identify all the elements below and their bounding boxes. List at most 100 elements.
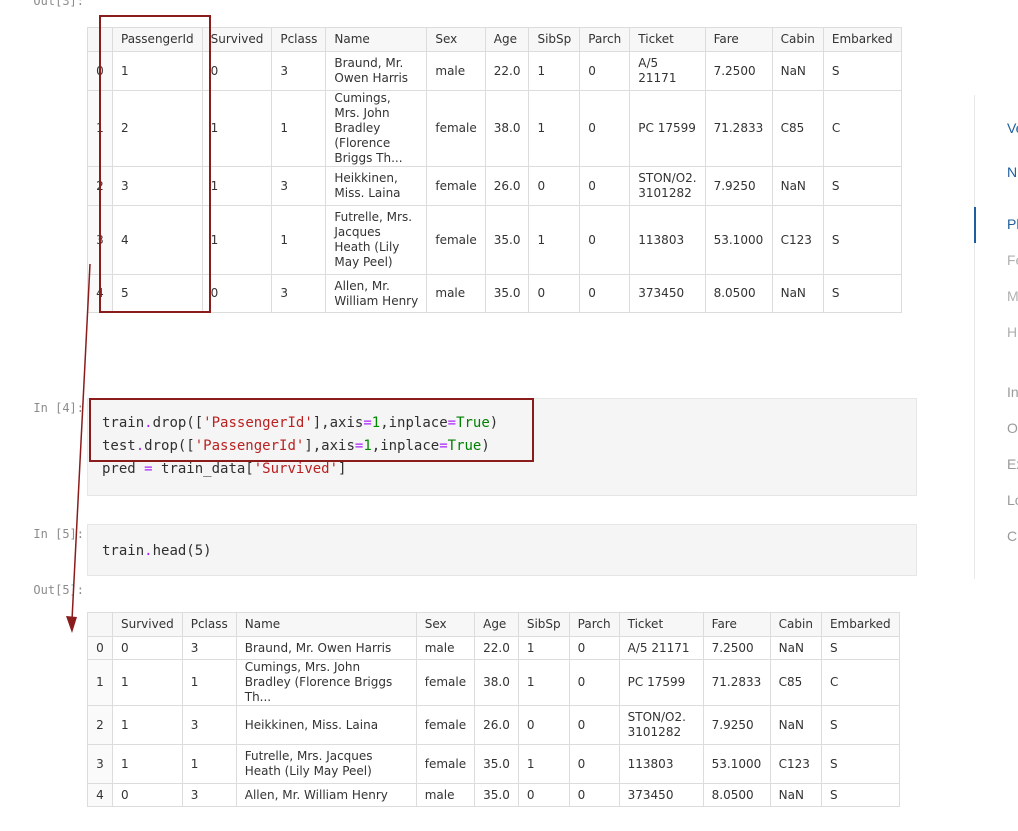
table-cell: 0	[579, 274, 631, 313]
table-cell: 0	[568, 783, 620, 807]
table-cell: Cumings, Mrs. John Bradley (Florence Bri…	[235, 659, 417, 706]
column-header: Embarked	[820, 612, 900, 637]
toc-item[interactable]: Ex	[1007, 456, 1018, 472]
table-cell: C123	[771, 205, 824, 275]
table-cell: Allen, Mr. William Henry	[325, 274, 428, 313]
column-header: Sex	[426, 27, 486, 52]
table-cell: 1	[112, 744, 183, 784]
table-cell: 26.0	[474, 705, 519, 745]
table-cell: Braund, Mr. Owen Harris	[235, 636, 417, 660]
code-line: train.head(5)	[102, 540, 916, 563]
table-cell: 3	[271, 51, 327, 91]
table-cell: 3	[181, 636, 237, 660]
code-token: 'Survived'	[253, 461, 339, 477]
table-cell: 0	[579, 90, 631, 167]
table-cell: 1	[517, 636, 570, 660]
toc-active-indicator	[974, 207, 976, 243]
table-cell: 0	[201, 274, 273, 313]
table-cell: S	[822, 274, 902, 313]
table-cell: S	[822, 51, 902, 91]
code-token: train	[102, 543, 145, 559]
table-cell: 3	[271, 166, 327, 206]
table-cell: C85	[771, 90, 824, 167]
toc-item[interactable]: Lo	[1007, 492, 1018, 508]
column-header: Fare	[704, 27, 773, 52]
table-cell: 3	[181, 705, 237, 745]
column-header: Name	[325, 27, 428, 52]
toc-item[interactable]: In	[1007, 384, 1018, 400]
in5-prompt: In [5]:	[33, 527, 84, 541]
table-cell: A/5 21171	[618, 636, 704, 660]
code-token: head(5)	[152, 543, 212, 559]
code-token: .	[144, 543, 153, 559]
table-cell: 1	[201, 166, 273, 206]
table-cell: Futrelle, Mrs. Jacques Heath (Lily May P…	[235, 744, 417, 784]
table-cell: C	[822, 90, 902, 167]
table-cell: Allen, Mr. William Henry	[235, 783, 417, 807]
table-cell: STON/O2. 3101282	[618, 705, 704, 745]
code-token: train_data[	[152, 461, 254, 477]
toc-item[interactable]: Fe	[1007, 252, 1018, 268]
toc-item[interactable]: H	[1007, 324, 1017, 340]
table-cell: 1	[528, 90, 581, 167]
code-token: pred	[102, 461, 145, 477]
column-header: Age	[474, 612, 519, 637]
table-cell: S	[822, 166, 902, 206]
table-cell: 3	[271, 274, 327, 313]
out3-prompt: Out[3]:	[33, 0, 84, 8]
table-cell: 7.9250	[704, 166, 773, 206]
table-cell: Heikkinen, Miss. Laina	[325, 166, 428, 206]
table-cell: S	[820, 744, 900, 784]
index-header	[87, 612, 113, 637]
table-cell: 1	[271, 90, 327, 167]
table-cell: 38.0	[474, 659, 519, 706]
table-cell: 0	[579, 51, 631, 91]
table-cell: 1	[181, 659, 237, 706]
toc-item[interactable]: Ve	[1007, 120, 1018, 136]
toc-item[interactable]: C	[1007, 528, 1017, 544]
table-cell: 53.1000	[704, 205, 773, 275]
table-cell: S	[820, 783, 900, 807]
table-cell: 1	[201, 205, 273, 275]
table-cell: 0	[112, 783, 183, 807]
table-cell: 0	[201, 51, 273, 91]
table-cell: 0	[528, 166, 581, 206]
table-header-row: Survived Pclass Name Sex Age SibSp Parch Ticket…	[87, 612, 900, 637]
table-cell: 71.2833	[704, 90, 773, 167]
highlight-passengerid-column	[99, 15, 211, 313]
table-cell: 22.0	[474, 636, 519, 660]
table-cell: 7.2500	[704, 51, 773, 91]
table-cell: PC 17599	[629, 90, 706, 167]
column-header: Parch	[568, 612, 620, 637]
table-cell: 0	[517, 705, 570, 745]
table-cell: STON/O2. 3101282	[629, 166, 706, 206]
row-index: 4	[87, 783, 113, 807]
table-cell: C	[820, 659, 900, 706]
table-cell: 0	[568, 636, 620, 660]
table-cell: Heikkinen, Miss. Laina	[235, 705, 417, 745]
table-cell: 0	[568, 705, 620, 745]
table-cell: 1	[181, 744, 237, 784]
highlight-drop-code	[89, 398, 534, 462]
toc-item[interactable]: Pl	[1007, 216, 1018, 232]
code-cell-5[interactable]: train.head(5)	[87, 524, 917, 576]
table-cell: female	[415, 705, 476, 745]
column-header: Parch	[579, 27, 631, 52]
table-row: 0 0 3 Braund, Mr. Owen Harris male 22.0 1 0 A/5 …	[87, 636, 900, 660]
column-header: Age	[484, 27, 530, 52]
toc-item[interactable]: M	[1007, 288, 1018, 304]
table-cell: 22.0	[484, 51, 530, 91]
table-cell: A/5 21171	[629, 51, 706, 91]
column-header: Fare	[702, 612, 771, 637]
column-header: Sex	[415, 612, 476, 637]
column-header: Name	[235, 612, 417, 637]
toc-item[interactable]: N	[1007, 164, 1017, 180]
toc-item[interactable]: O	[1007, 420, 1018, 436]
column-header: SibSp	[517, 612, 570, 637]
table-cell: 3	[181, 783, 237, 807]
table-cell: 0	[579, 205, 631, 275]
table-cell: 0	[112, 636, 183, 660]
column-header: SibSp	[528, 27, 581, 52]
out5-prompt: Out[5]:	[33, 583, 84, 597]
column-header: Ticket	[629, 27, 706, 52]
